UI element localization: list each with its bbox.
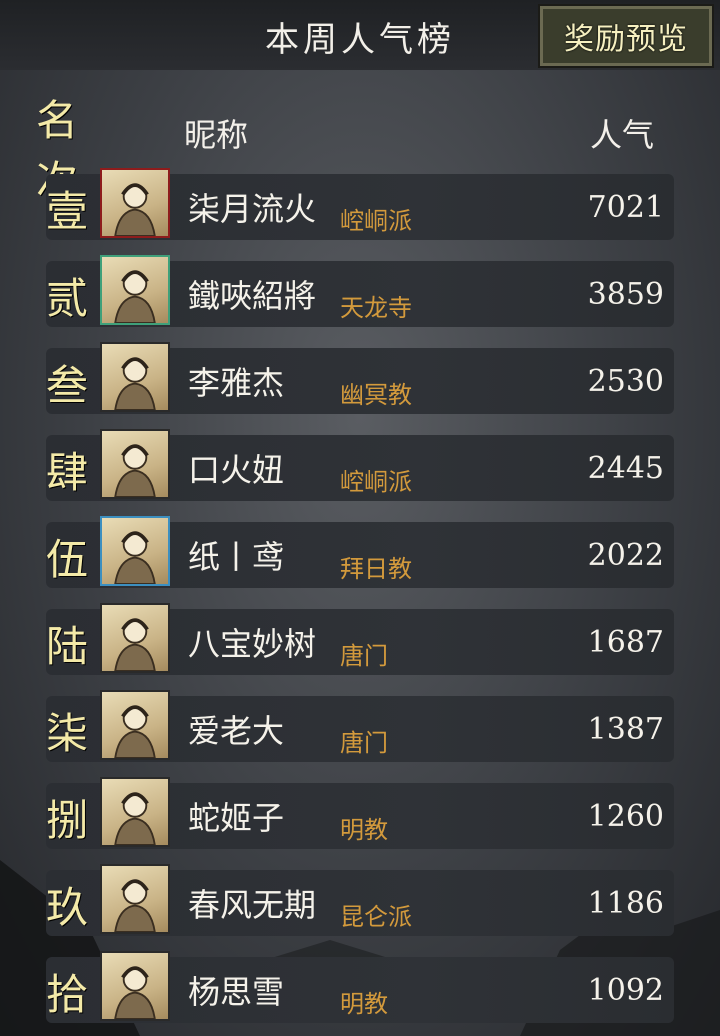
sect-label: 崆峒派 <box>340 468 412 496</box>
rank-label: 叁 <box>46 360 89 410</box>
avatar[interactable] <box>100 342 170 412</box>
avatar[interactable] <box>100 864 170 934</box>
popularity-score: 1387 <box>587 711 664 747</box>
avatar[interactable] <box>100 168 170 238</box>
player-name: 鐵唊紹將 <box>188 277 317 315</box>
rank-label: 玖 <box>46 882 89 932</box>
popularity-score: 1092 <box>587 972 664 1008</box>
player-name: 杨思雪 <box>188 973 285 1011</box>
popularity-score: 7021 <box>587 189 664 225</box>
sect-label: 明教 <box>340 990 388 1018</box>
popularity-score: 1186 <box>587 885 664 921</box>
sect-label: 明教 <box>340 816 388 844</box>
sect-label: 唐门 <box>340 642 388 670</box>
reward-preview-button[interactable]: 奖励预览 <box>538 4 714 68</box>
sect-label: 拜日教 <box>340 555 412 583</box>
avatar[interactable] <box>100 603 170 673</box>
rank-label: 柒 <box>46 708 89 758</box>
player-name: 蛇姬子 <box>188 799 285 837</box>
rank-label: 贰 <box>46 273 89 323</box>
avatar[interactable] <box>100 690 170 760</box>
popularity-score: 2445 <box>587 450 664 486</box>
sect-label: 幽冥教 <box>340 381 412 409</box>
player-name: 八宝妙树 <box>188 625 317 663</box>
avatar[interactable] <box>100 429 170 499</box>
rank-label: 捌 <box>46 795 89 845</box>
player-name: 柒月流火 <box>188 190 317 228</box>
avatar[interactable] <box>100 516 170 586</box>
rank-label: 陆 <box>46 621 89 671</box>
popularity-score: 1260 <box>587 798 664 834</box>
rank-label: 壹 <box>46 186 89 236</box>
player-name: 纸丨鸢 <box>188 538 285 576</box>
popularity-score: 2022 <box>587 537 664 573</box>
sect-label: 崆峒派 <box>340 207 412 235</box>
player-name: 爱老大 <box>188 712 285 750</box>
rank-label: 伍 <box>46 534 89 584</box>
avatar[interactable] <box>100 255 170 325</box>
popularity-score: 3859 <box>587 276 664 312</box>
avatar[interactable] <box>100 777 170 847</box>
top-bar: 本周人气榜 奖励预览 <box>0 0 720 70</box>
sect-label: 天龙寺 <box>340 294 412 322</box>
popularity-score: 1687 <box>587 624 664 660</box>
avatar[interactable] <box>100 951 170 1021</box>
column-header-name: 昵称 <box>184 116 249 154</box>
player-name: 李雅杰 <box>188 364 285 402</box>
sect-label: 昆仑派 <box>340 903 412 931</box>
popularity-score: 2530 <box>587 363 664 399</box>
rank-label: 拾 <box>46 969 89 1019</box>
rank-label: 肆 <box>46 447 89 497</box>
column-header-popularity: 人气 <box>590 116 655 154</box>
player-name: 口火妞 <box>188 451 285 489</box>
player-name: 春风无期 <box>188 886 317 924</box>
sect-label: 唐门 <box>340 729 388 757</box>
